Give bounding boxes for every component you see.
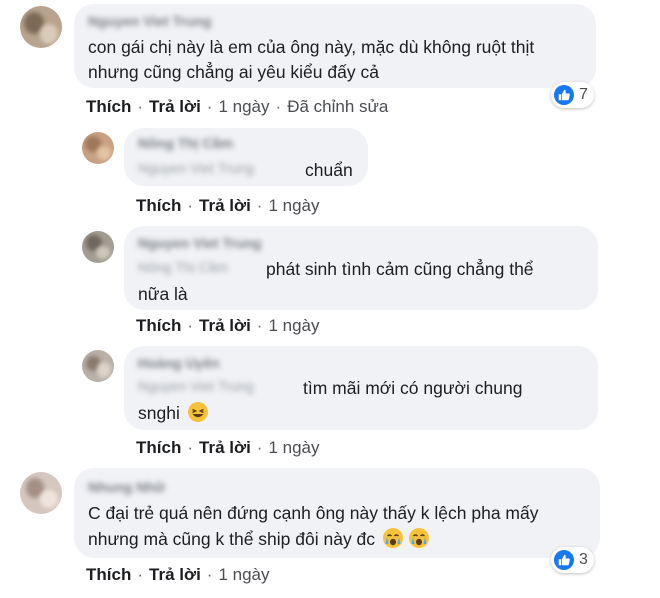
avatar[interactable]	[20, 472, 62, 514]
timestamp[interactable]: 1 ngày	[218, 563, 269, 587]
comment-text: snghi	[138, 400, 208, 426]
author-name[interactable]: Nhung Nhữ	[88, 476, 165, 498]
avatar[interactable]	[82, 132, 114, 164]
separator: ·	[256, 316, 263, 335]
comment-text: nhưng cũng chẳng ai yêu kiểu đấy cả	[88, 62, 379, 82]
separator: ·	[187, 316, 194, 335]
timestamp[interactable]: 1 ngày	[268, 314, 319, 338]
separator: ·	[137, 97, 144, 116]
like-button[interactable]: Thích	[136, 194, 181, 218]
like-icon	[554, 85, 574, 105]
separator: ·	[256, 196, 263, 215]
reaction-count[interactable]: 3	[551, 547, 594, 573]
reaction-count[interactable]: 7	[551, 82, 594, 108]
separator: ·	[137, 565, 144, 584]
comment-actions: Thích · Trả lời · 1 ngày	[136, 436, 320, 460]
author-name[interactable]: Hoàng Uyên	[138, 352, 220, 374]
reply-button[interactable]: Trả lời	[199, 194, 251, 218]
edited-label[interactable]: Đã chỉnh sửa	[287, 95, 388, 119]
reaction-number: 7	[579, 86, 588, 103]
comment-actions: Thích · Trả lời · 1 ngày · Đã chỉnh sửa	[86, 95, 388, 119]
reaction-number: 3	[579, 551, 588, 568]
author-name[interactable]: Nông Thị Cầm	[138, 132, 233, 154]
crying-emoji-icon	[408, 528, 429, 548]
like-button[interactable]: Thích	[86, 563, 131, 587]
reply-button[interactable]: Trả lời	[199, 314, 251, 338]
separator: ·	[187, 438, 194, 457]
comment-text: nhưng mà cũng k thể ship đôi này đc	[88, 526, 429, 552]
laughing-emoji-icon	[187, 402, 208, 422]
mention-tag[interactable]: Nông Thị Cầm	[138, 256, 228, 278]
like-button[interactable]: Thích	[136, 436, 181, 460]
like-button[interactable]: Thích	[86, 95, 131, 119]
timestamp[interactable]: 1 ngày	[268, 436, 319, 460]
reply-button[interactable]: Trả lời	[199, 436, 251, 460]
crying-emoji-icon	[382, 528, 403, 548]
comment-text: nữa là	[138, 284, 188, 304]
comment-text: C đại trẻ quá nên đứng cạnh ông này thấy…	[88, 503, 539, 523]
mention-tag[interactable]: Nguyen Viet Trung	[138, 157, 254, 179]
like-button[interactable]: Thích	[136, 314, 181, 338]
separator: ·	[206, 565, 213, 584]
author-name[interactable]: Nguyen Viet Trung	[138, 232, 261, 254]
separator: ·	[187, 196, 194, 215]
comment-text-line: nhưng mà cũng k thể ship đôi này đc	[88, 529, 376, 549]
separator: ·	[206, 97, 213, 116]
author-name[interactable]: Nguyen Viet Trung	[88, 10, 211, 32]
comment-text-line: snghi	[138, 403, 180, 423]
separator: ·	[256, 438, 263, 457]
avatar[interactable]	[82, 231, 114, 263]
avatar[interactable]	[82, 350, 114, 382]
reply-button[interactable]: Trả lời	[149, 95, 201, 119]
comment-text: chuẩn	[305, 160, 353, 180]
like-icon	[554, 550, 574, 570]
comment-text: tìm mãi mới có người chung	[303, 378, 523, 398]
timestamp[interactable]: 1 ngày	[218, 95, 269, 119]
timestamp[interactable]: 1 ngày	[268, 194, 319, 218]
comment-text: phát sinh tình cảm cũng chẳng thể	[266, 259, 534, 279]
comment-actions: Thích · Trả lời · 1 ngày	[136, 194, 320, 218]
mention-tag[interactable]: Nguyen Viet Trung	[138, 375, 254, 397]
avatar[interactable]	[20, 6, 62, 48]
comment-actions: Thích · Trả lời · 1 ngày	[86, 563, 270, 587]
separator: ·	[275, 97, 282, 116]
comment-text: con gái chị này là em của ông này, mặc d…	[88, 37, 535, 57]
reply-button[interactable]: Trả lời	[149, 563, 201, 587]
comment-actions: Thích · Trả lời · 1 ngày	[136, 314, 320, 338]
